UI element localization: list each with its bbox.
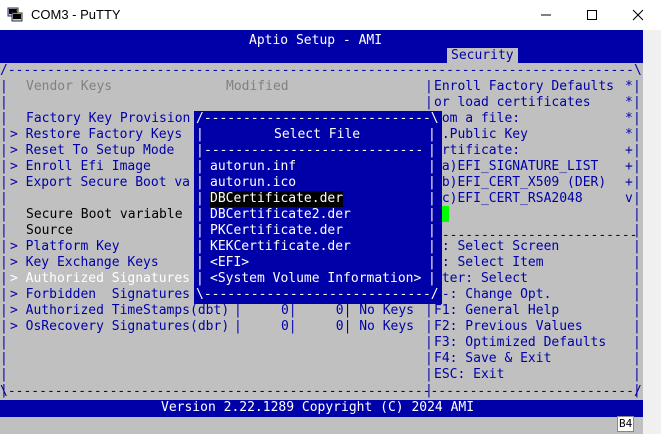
key-help-6: F2: Previous Values — [434, 319, 583, 334]
dialog-border-bottom: \-----------------------------/ — [196, 287, 439, 302]
status-badge: B4 — [617, 416, 635, 432]
help-mark-8: v — [625, 191, 633, 206]
key-help-2: v: Select Item — [434, 255, 544, 270]
help-line-2: or load certificates — [434, 95, 622, 110]
forbidden-signatures[interactable]: > Forbidden Signatures — [10, 287, 190, 303]
key-help-4: /-: Change Opt. — [434, 287, 552, 302]
reset-to-setup-mode[interactable]: > Reset To Setup Mode — [10, 143, 174, 159]
file-item-selected[interactable]: DBCertificate.der — [210, 191, 344, 207]
file-item[interactable]: autorun.inf — [210, 159, 296, 175]
help-line-4: 1.Public Key — [434, 127, 622, 142]
key-help-7: F3: Optimized Defaults — [434, 335, 607, 350]
version-text: Version 2.22.1289 Copyright (C) 2024 AMI — [161, 400, 475, 415]
key-exchange-keys[interactable]: > Key Exchange Keys — [10, 255, 159, 271]
authorized-timestamps-values: | 0| 0| No Keys — [234, 303, 415, 318]
dialog-border-top: /-----------------------------\ — [196, 111, 439, 126]
vendor-keys-label: Vendor Keys — [26, 79, 113, 94]
osrecovery-signatures[interactable]: > OsRecovery Signatures(dbr) — [10, 319, 229, 335]
close-button[interactable] — [615, 0, 661, 30]
maximize-icon — [587, 10, 597, 20]
key-help-5: F1: General Help — [434, 303, 560, 318]
dialog-border-left: | | | | | | | | | | — [196, 127, 204, 286]
file-item[interactable]: PKCertificate.der — [210, 223, 343, 239]
help-line-8: c)EFI_CERT_RSA2048 — [434, 191, 622, 206]
help-mark-4: * — [625, 127, 633, 142]
help-mark-2: * — [625, 95, 633, 110]
frame-bottom: \---------------------------------------… — [0, 384, 642, 399]
minimize-button[interactable] — [523, 0, 569, 30]
key-help-8: F4: Save & Exit — [434, 351, 552, 366]
bios-title: Aptio Setup - AMI — [249, 33, 383, 48]
help-line-6: a)EFI_SIGNATURE_LIST — [434, 159, 622, 174]
source-label: Source — [26, 223, 73, 238]
file-item[interactable]: autorun.ico — [210, 175, 296, 191]
vendor-keys-value: Modified — [226, 79, 289, 94]
key-help-3: nter: Select — [434, 271, 528, 286]
key-help-1: <: Select Screen — [434, 239, 560, 254]
folder-item[interactable]: <System Volume Information> — [210, 271, 421, 287]
scrollbar[interactable] — [643, 30, 661, 434]
file-item[interactable]: DBCertificate2.der — [210, 207, 351, 223]
help-line-7: b)EFI_CERT_X509 (DER) — [434, 175, 622, 190]
frame-top: /---------------------------------------… — [0, 63, 642, 78]
help-mark-6: + — [625, 159, 633, 174]
close-icon — [632, 9, 644, 21]
export-secure-boot[interactable]: > Export Secure Boot va — [10, 175, 190, 191]
authorized-signatures[interactable]: > Authorized Signatures — [10, 271, 190, 287]
window-title: COM3 - PuTTY — [31, 7, 121, 22]
key-help-9: ESC: Exit — [434, 367, 505, 382]
putty-app-icon — [7, 7, 23, 22]
help-mark-3: * — [625, 111, 633, 126]
frame-left: | | | | | | | | | | | | | | | | | | | | — [0, 79, 8, 398]
file-item[interactable]: KEKCertificate.der — [210, 239, 351, 255]
dialog-border-right: | | | | | | | | | | — [428, 127, 436, 286]
osrecovery-signatures-values: | 0| 0| No Keys — [234, 319, 415, 334]
secure-boot-variable-label: Secure Boot variable — [26, 207, 183, 222]
maximize-button[interactable] — [569, 0, 615, 30]
help-line-5: ertificate: — [434, 143, 622, 158]
platform-key[interactable]: > Platform Key — [10, 239, 120, 255]
terminal-cursor — [441, 206, 449, 222]
help-line-1: Enroll Factory Defaults — [434, 79, 622, 94]
help-line-3: rom a file: — [434, 111, 622, 126]
folder-item[interactable]: <EFI> — [210, 255, 249, 271]
authorized-timestamps[interactable]: > Authorized TimeStamps(dbt) — [10, 303, 229, 319]
factory-key-provision[interactable]: Factory Key Provision — [26, 111, 190, 127]
tab-security[interactable]: Security — [447, 48, 518, 64]
help-mark-5: + — [625, 143, 633, 158]
dialog-title-separator: ---------------------------- — [204, 143, 424, 158]
help-mark-1: * — [625, 79, 633, 94]
dialog-title: Select File — [274, 127, 361, 142]
enroll-efi-image[interactable]: > Enroll Efi Image — [10, 159, 151, 175]
window-titlebar[interactable]: COM3 - PuTTY — [0, 0, 661, 30]
help-mark-7: + — [625, 175, 633, 190]
restore-factory-keys[interactable]: > Restore Factory Keys — [10, 127, 182, 143]
minimize-icon — [541, 14, 551, 16]
